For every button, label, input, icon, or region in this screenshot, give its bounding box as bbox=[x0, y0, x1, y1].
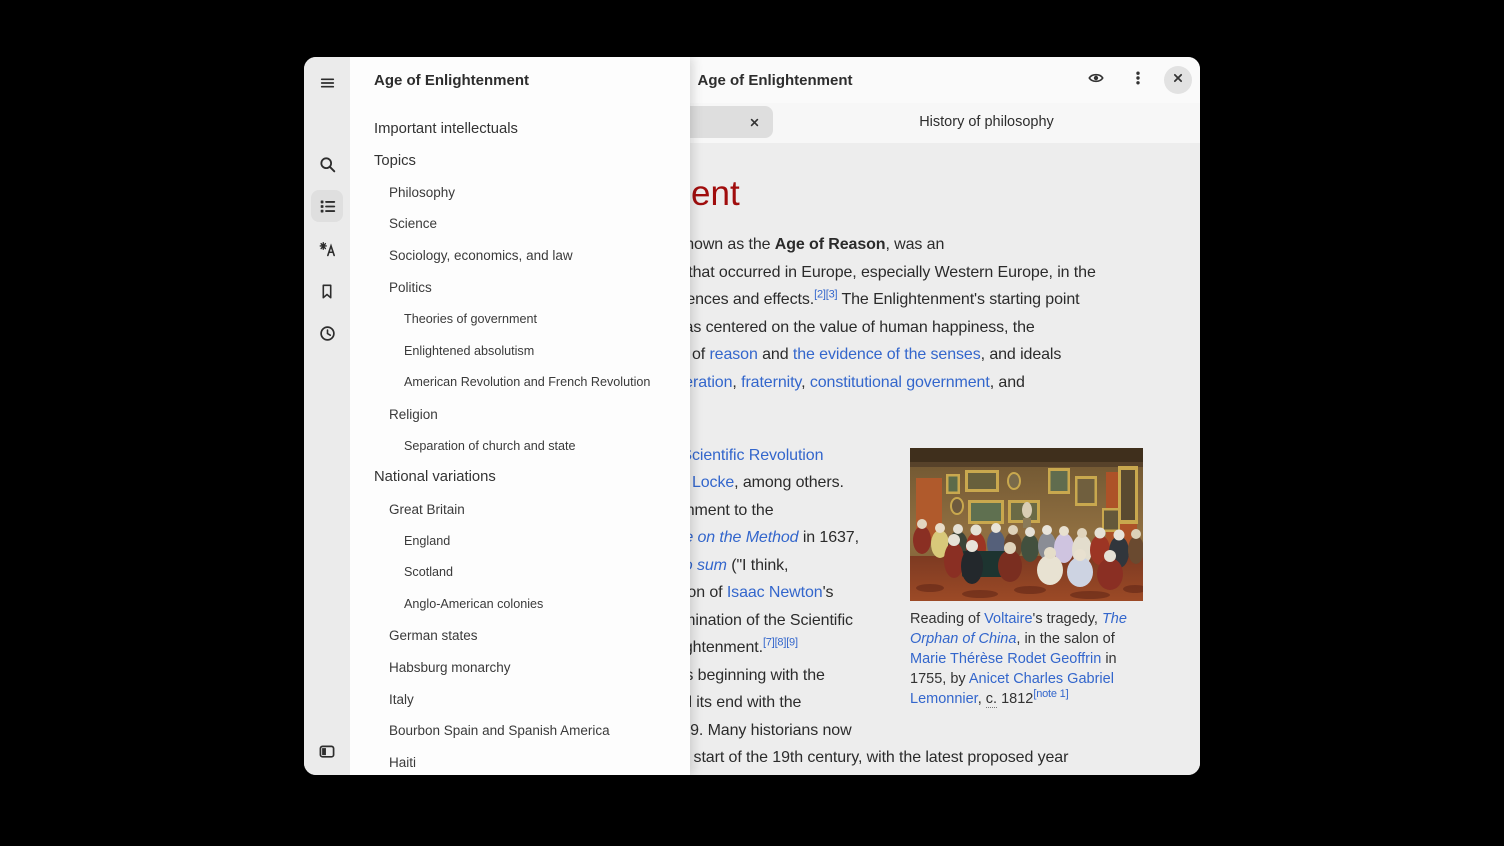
icon-rail bbox=[304, 57, 350, 775]
language-icon bbox=[319, 241, 336, 258]
reader-view-button[interactable] bbox=[1080, 64, 1112, 96]
toc-item[interactable]: Enlightened absolutism bbox=[350, 335, 690, 367]
text-run: , was an bbox=[885, 236, 944, 253]
bookmarks-button[interactable] bbox=[311, 275, 343, 307]
text-run: , bbox=[801, 374, 810, 391]
toc-item[interactable]: Great Britain bbox=[350, 493, 690, 525]
toc-item[interactable]: Theories of government bbox=[350, 303, 690, 335]
toc-item[interactable]: Politics bbox=[350, 271, 690, 303]
bookmark-icon bbox=[319, 283, 335, 300]
text-run: , and bbox=[990, 374, 1025, 391]
toc-item[interactable]: American Revolution and French Revolutio… bbox=[350, 367, 690, 399]
text-run: 's bbox=[823, 584, 834, 601]
toc-item[interactable]: Religion bbox=[350, 398, 690, 430]
article-link[interactable]: Isaac Newton bbox=[727, 584, 823, 601]
toc-item[interactable]: Italy bbox=[350, 683, 690, 715]
main-menu-button[interactable] bbox=[1122, 64, 1154, 96]
toc-item[interactable]: Haiti bbox=[350, 747, 690, 775]
text-run: , bbox=[978, 691, 986, 707]
toc-button[interactable] bbox=[311, 190, 343, 222]
toc-item[interactable]: Anglo-American colonies bbox=[350, 588, 690, 620]
close-icon bbox=[748, 116, 761, 129]
text-run: , in the salon of bbox=[1016, 631, 1114, 647]
text-run: The Enlightenment's starting point bbox=[837, 291, 1079, 308]
article-link[interactable]: fraternity bbox=[741, 374, 801, 391]
toc-item[interactable]: Sociology, economics, and law bbox=[350, 240, 690, 272]
reference-sup[interactable]: [10] bbox=[702, 774, 720, 775]
language-button[interactable] bbox=[311, 233, 343, 265]
text-run: in 1637, bbox=[798, 529, 858, 546]
search-icon bbox=[319, 156, 336, 173]
article-link[interactable]: Scientific Revolution bbox=[681, 447, 823, 464]
tab-history-of-philosophy[interactable]: History of philosophy bbox=[773, 106, 1200, 138]
text-run: c. bbox=[986, 691, 997, 708]
text-run: Reading of bbox=[910, 611, 984, 627]
toc-sidebar: Age of Enlightenment Important intellect… bbox=[350, 57, 690, 775]
toc-item[interactable]: Important intellectuals bbox=[350, 113, 690, 145]
text-run: ("I think, bbox=[727, 557, 789, 574]
text-run: , among others. bbox=[734, 474, 844, 491]
toc-item[interactable]: German states bbox=[350, 620, 690, 652]
history-clock-icon bbox=[319, 325, 336, 342]
toc-list: Important intellectualsTopicsPhilosophyS… bbox=[350, 113, 690, 775]
text-run: 's tragedy, bbox=[1033, 611, 1102, 627]
text-run: 1812 bbox=[997, 691, 1033, 707]
tab-label: History of philosophy bbox=[919, 114, 1054, 130]
article-image[interactable] bbox=[910, 448, 1143, 601]
toc-item[interactable]: Scotland bbox=[350, 557, 690, 589]
text-run: , bbox=[732, 374, 741, 391]
app-window: Age of Enlightenment bbox=[304, 57, 1200, 775]
article-link[interactable]: reason bbox=[709, 346, 757, 363]
toc-list-icon bbox=[319, 198, 336, 215]
article-link[interactable]: Marie Thérèse Rodet Geoffrin bbox=[910, 651, 1101, 667]
reference-sup[interactable]: [3] bbox=[826, 289, 838, 301]
sidebar-toggle-button[interactable] bbox=[311, 735, 343, 767]
hamburger-menu-button[interactable] bbox=[311, 67, 343, 99]
search-button[interactable] bbox=[311, 148, 343, 180]
kebab-menu-icon bbox=[1130, 70, 1146, 91]
hamburger-menu-icon bbox=[319, 75, 336, 91]
history-button[interactable] bbox=[311, 317, 343, 349]
tab-close-button[interactable] bbox=[741, 109, 767, 135]
close-icon bbox=[1171, 71, 1185, 90]
article-figure: Reading of Voltaire's tragedy, The Orpha… bbox=[910, 448, 1143, 709]
header-actions bbox=[1080, 64, 1192, 96]
sidebar-toggle-icon bbox=[318, 743, 336, 760]
text-run: , and ideals bbox=[981, 346, 1062, 363]
toc-item[interactable]: Science bbox=[350, 208, 690, 240]
toc-item[interactable]: Habsburg monarchy bbox=[350, 652, 690, 684]
toc-item[interactable]: England bbox=[350, 525, 690, 557]
toc-item[interactable]: Topics bbox=[350, 145, 690, 177]
article-link[interactable]: constitutional government bbox=[810, 374, 990, 391]
article-link[interactable]: the evidence of the senses bbox=[793, 346, 981, 363]
reference-sup[interactable]: [7][8][9] bbox=[763, 637, 798, 649]
eye-icon bbox=[1087, 70, 1105, 91]
reference-sup[interactable]: [2] bbox=[814, 289, 826, 301]
toc-item[interactable]: Philosophy bbox=[350, 176, 690, 208]
window-close-button[interactable] bbox=[1164, 66, 1192, 94]
reference-sup[interactable]: [note 1] bbox=[1033, 688, 1068, 700]
figure-caption: Reading of Voltaire's tragedy, The Orpha… bbox=[910, 609, 1143, 709]
toc-item[interactable]: Bourbon Spain and Spanish America bbox=[350, 715, 690, 747]
sidebar-title: Age of Enlightenment bbox=[374, 57, 529, 103]
article-link[interactable]: Voltaire bbox=[984, 611, 1032, 627]
text-run: and bbox=[758, 346, 793, 363]
text-run: Age of Reason bbox=[775, 236, 886, 253]
toc-item[interactable]: Separation of church and state bbox=[350, 430, 690, 462]
toc-item[interactable]: National variations bbox=[350, 462, 690, 494]
